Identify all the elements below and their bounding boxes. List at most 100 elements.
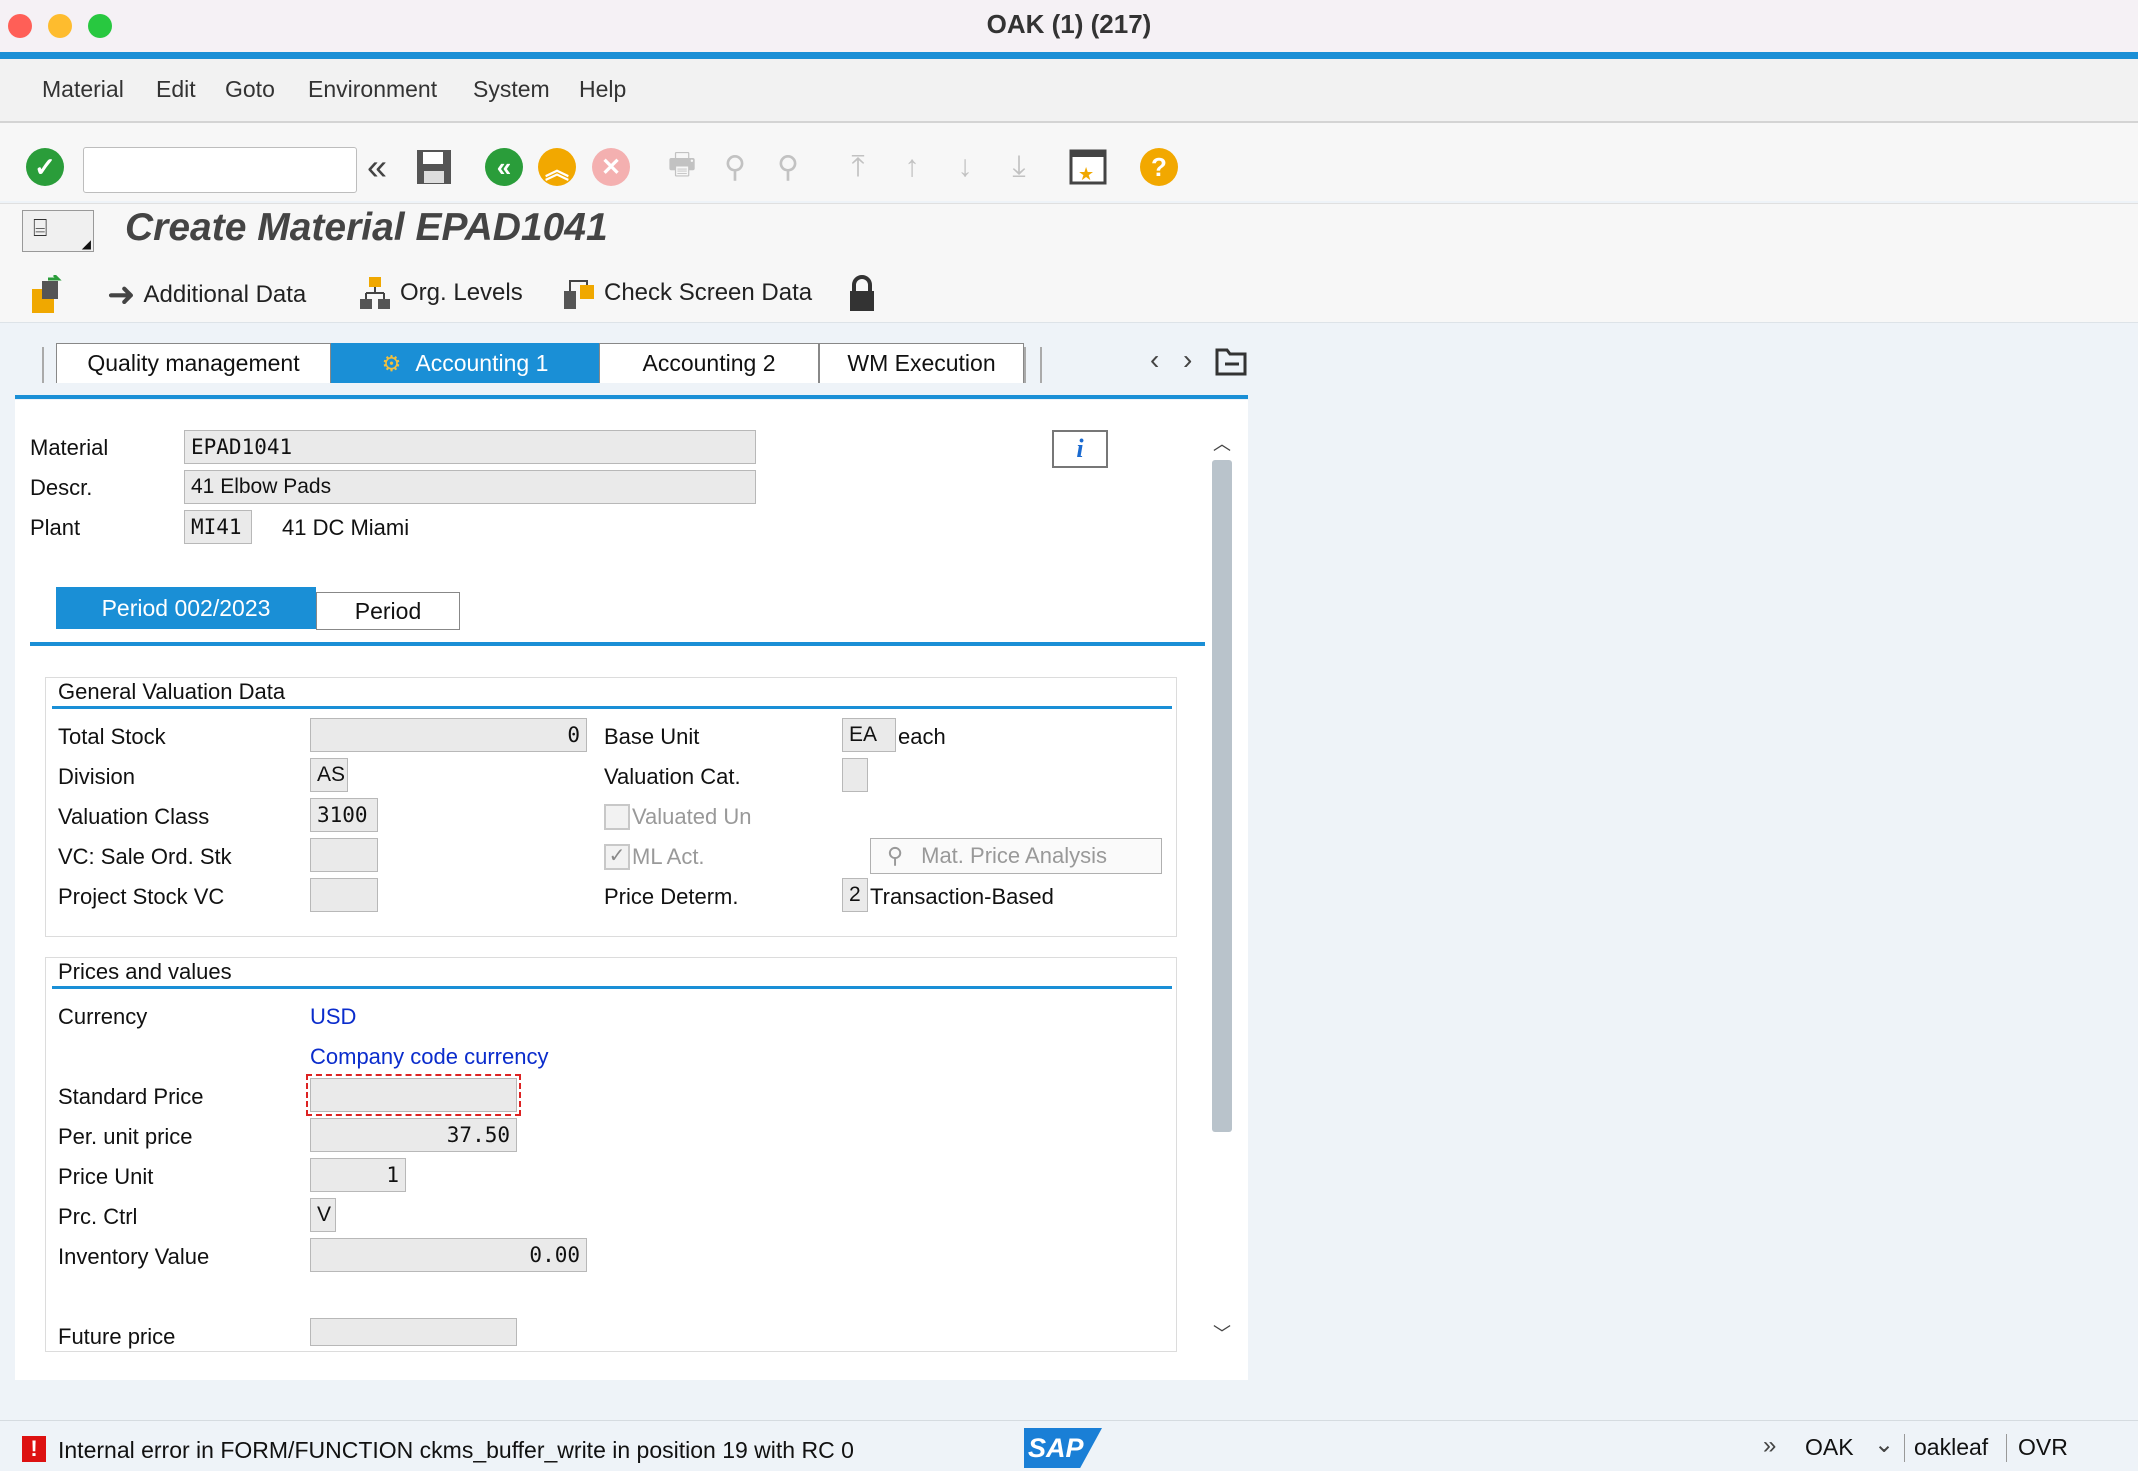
help-icon[interactable]: ? [1137, 145, 1181, 189]
inventory-value-field[interactable]: 0.00 [310, 1238, 587, 1272]
future-price-field[interactable] [310, 1318, 517, 1346]
plant-label: Plant [30, 515, 81, 540]
arrow-right-icon: ➜ [107, 276, 136, 314]
valuation-cat-field[interactable] [842, 758, 868, 792]
menu-help[interactable]: Help [579, 76, 626, 103]
menu-list-icon: ⌸ [33, 215, 48, 242]
application-toolbar [0, 260, 2138, 323]
svg-text:★: ★ [1078, 164, 1094, 184]
price-unit-field[interactable]: 1 [310, 1158, 406, 1192]
descr-field[interactable]: 41 Elbow Pads [184, 470, 756, 504]
prices-values-title: Prices and values [58, 959, 232, 984]
title-bar: OAK (1) (217) [0, 0, 2138, 59]
menu-system[interactable]: System [473, 76, 550, 103]
division-field[interactable]: AS [310, 758, 348, 792]
tab-next-icon[interactable]: › [1183, 344, 1192, 376]
tab-status-icon: ⚙ [381, 350, 402, 376]
last-page-icon: ⤓ [1012, 150, 1026, 183]
check-data-icon [564, 280, 594, 309]
price-determ-field[interactable]: 2 [842, 878, 868, 912]
input-mode[interactable]: OVR [2018, 1434, 2068, 1461]
currency-label: Currency [58, 1004, 148, 1029]
prc-ctrl-field[interactable]: V [310, 1198, 336, 1232]
total-stock-label: Total Stock [58, 724, 166, 749]
vc-sale-label: VC: Sale Ord. Stk [58, 844, 232, 869]
select-views-button[interactable] [28, 275, 68, 315]
subtab-underline [30, 642, 1205, 646]
find-icon: ⚲ [724, 150, 746, 184]
cancel-icon[interactable]: ✕ [589, 145, 633, 189]
bookmark-icon[interactable]: ★ [1066, 145, 1110, 189]
find-next-icon: ⚲ [777, 150, 799, 184]
scroll-down-icon[interactable]: ﹀ [1213, 1320, 1231, 1346]
descr-label: Descr. [30, 475, 93, 500]
select-views-icon [32, 275, 62, 313]
enter-icon[interactable]: ✓ [23, 145, 67, 189]
command-field[interactable] [83, 147, 357, 193]
tab-prev-icon[interactable]: ‹ [1150, 344, 1159, 376]
magnifier-icon: ⚲ [887, 843, 904, 868]
tab-wm-execution[interactable]: WM Execution [819, 343, 1024, 383]
status-divider [1904, 1434, 1905, 1462]
user-name: oakleaf [1914, 1434, 1989, 1460]
menu-bar: Material Edit Goto Environment System He… [0, 59, 2138, 123]
plant-field[interactable]: MI41 [184, 510, 252, 544]
menu-button[interactable]: ⌸ ◢ [22, 210, 94, 252]
history-icon[interactable]: « [355, 145, 399, 189]
mat-price-analysis-button[interactable]: ⚲ Mat. Price Analysis [870, 838, 1162, 874]
additional-data-button[interactable]: ➜ Additional Data [107, 275, 306, 315]
base-unit-field[interactable]: EA [842, 718, 896, 752]
vc-sale-field[interactable] [310, 838, 378, 872]
standard-price-field[interactable] [306, 1074, 521, 1116]
inventory-value-label: Inventory Value [58, 1244, 210, 1269]
status-divider [2006, 1434, 2007, 1462]
system-dropdown-icon[interactable]: ⌄ [1874, 1430, 1894, 1459]
tab-accounting-2[interactable]: Accounting 2 [599, 343, 819, 383]
window-title: OAK (1) (217) [986, 9, 1152, 39]
price-unit-label: Price Unit [58, 1164, 154, 1189]
prices-values-group [45, 957, 1177, 1352]
company-code-currency: Company code currency [310, 1044, 549, 1069]
menu-material[interactable]: Material [42, 76, 124, 103]
standard-price-label: Standard Price [58, 1084, 204, 1109]
subtab-period-current[interactable]: Period 002/2023 [56, 587, 316, 629]
prc-ctrl-label: Prc. Ctrl [58, 1204, 138, 1229]
price-determ-label: Price Determ. [604, 884, 739, 909]
valuation-class-label: Valuation Class [58, 804, 210, 829]
info-icon[interactable]: i [1052, 430, 1108, 468]
subtab-period[interactable]: Period [316, 592, 460, 630]
exit-icon[interactable]: ︽ [535, 145, 579, 189]
status-message[interactable]: Internal error in FORM/FUNCTION ckms_buf… [58, 1437, 854, 1464]
ml-act-label: ML Act. [632, 844, 705, 869]
general-valuation-line [52, 706, 1172, 709]
print-icon: 🖶 [667, 147, 697, 181]
valuation-class-field[interactable]: 3100 [310, 798, 378, 832]
check-screen-data-button[interactable]: Check Screen Data [562, 275, 812, 311]
org-levels-button[interactable]: Org. Levels [358, 275, 523, 311]
menu-environment[interactable]: Environment [308, 76, 437, 103]
general-valuation-title: General Valuation Data [58, 679, 286, 704]
currency-value: USD [310, 1004, 357, 1029]
tab-quality-management[interactable]: Quality management [56, 343, 331, 383]
base-unit-text: each [898, 724, 946, 749]
tab-accounting-1[interactable]: ⚙ Accounting 1 [331, 343, 599, 383]
project-stock-field[interactable] [310, 878, 378, 912]
expand-status-icon[interactable]: » [1763, 1432, 1776, 1460]
per-unit-price-field[interactable]: 37.50 [310, 1118, 517, 1152]
previous-page-icon: ↑ [904, 150, 920, 183]
save-icon[interactable] [412, 145, 456, 189]
price-determ-text: Transaction-Based [870, 884, 1054, 909]
scroll-up-icon[interactable]: ︿ [1213, 430, 1231, 456]
material-field[interactable]: EPAD1041 [184, 430, 756, 464]
back-icon[interactable]: « [482, 145, 526, 189]
plant-name: 41 DC Miami [282, 515, 410, 540]
lock-button[interactable] [848, 275, 876, 313]
ml-act-checkbox: ✓ [604, 844, 630, 870]
tab-list-icon[interactable] [1215, 346, 1247, 381]
total-stock-field[interactable]: 0 [310, 718, 587, 752]
menu-goto[interactable]: Goto [225, 76, 275, 103]
menu-edit[interactable]: Edit [156, 76, 196, 103]
valuation-cat-label: Valuation Cat. [604, 764, 741, 789]
future-price-label: Future price [58, 1324, 176, 1349]
scrollbar-thumb[interactable] [1212, 460, 1232, 1132]
